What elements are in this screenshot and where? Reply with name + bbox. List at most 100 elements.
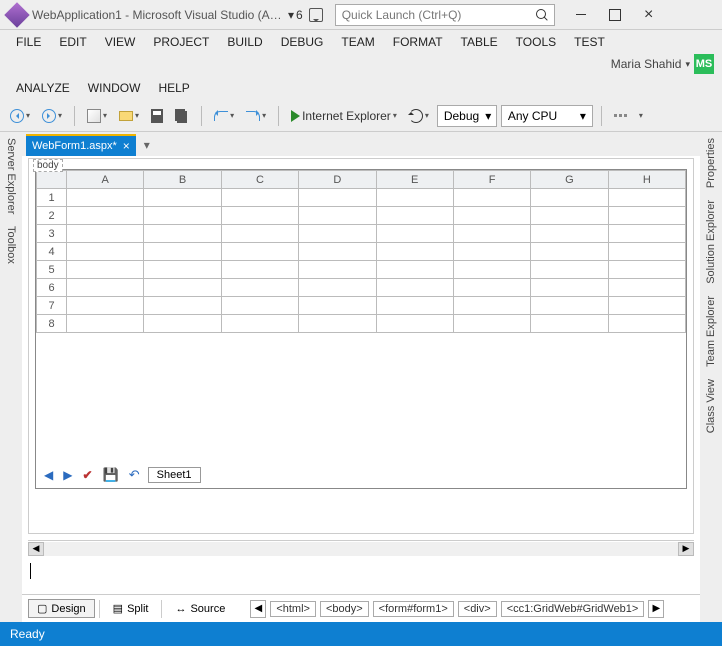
breadcrumb-item[interactable]: <cc1:GridWeb#GridWeb1>	[501, 601, 645, 617]
toolbar-extras-button[interactable]	[610, 112, 631, 119]
cell[interactable]	[67, 297, 144, 315]
menu-window[interactable]: WINDOW	[80, 78, 149, 98]
menu-team[interactable]: TEAM	[333, 32, 382, 52]
cell[interactable]	[531, 225, 608, 243]
cell[interactable]	[376, 297, 453, 315]
table-row[interactable]: 4	[37, 243, 686, 261]
menu-format[interactable]: FORMAT	[385, 32, 451, 52]
menu-project[interactable]: PROJECT	[145, 32, 217, 52]
cell[interactable]	[144, 207, 221, 225]
close-button[interactable]	[635, 4, 663, 26]
row-header[interactable]: 5	[37, 261, 67, 279]
cell[interactable]	[608, 189, 685, 207]
sheet-submit-button[interactable]: ✔	[80, 468, 94, 482]
table-row[interactable]: 3	[37, 225, 686, 243]
cell[interactable]	[221, 243, 298, 261]
cell[interactable]	[299, 243, 376, 261]
cell[interactable]	[221, 261, 298, 279]
col-header[interactable]: D	[299, 171, 376, 189]
properties-tab[interactable]: Properties	[703, 132, 719, 194]
cell[interactable]	[299, 207, 376, 225]
cell[interactable]	[608, 207, 685, 225]
menu-test[interactable]: TEST	[566, 32, 613, 52]
user-menu-caret-icon[interactable]	[685, 59, 690, 70]
grid-control[interactable]: A B C D E F G H 12345678 ◀	[35, 169, 687, 489]
cell[interactable]	[608, 225, 685, 243]
undo-button[interactable]	[210, 109, 238, 123]
solution-config-dropdown[interactable]: Debug	[437, 105, 497, 127]
cell[interactable]	[144, 225, 221, 243]
cell[interactable]	[299, 279, 376, 297]
breadcrumb-item[interactable]: <div>	[458, 601, 497, 617]
user-badge[interactable]: MS	[694, 54, 714, 74]
cell[interactable]	[531, 315, 608, 333]
cell[interactable]	[144, 243, 221, 261]
table-row[interactable]: 1	[37, 189, 686, 207]
cell[interactable]	[67, 207, 144, 225]
col-header[interactable]: G	[531, 171, 608, 189]
row-header[interactable]: 2	[37, 207, 67, 225]
cell[interactable]	[67, 261, 144, 279]
table-row[interactable]: 7	[37, 297, 686, 315]
cell[interactable]	[299, 225, 376, 243]
menu-debug[interactable]: DEBUG	[273, 32, 332, 52]
col-header[interactable]: E	[376, 171, 453, 189]
cell[interactable]	[376, 189, 453, 207]
cell[interactable]	[608, 261, 685, 279]
menu-view[interactable]: VIEW	[97, 32, 144, 52]
table-row[interactable]: 6	[37, 279, 686, 297]
corner-header[interactable]	[37, 171, 67, 189]
quick-launch-input[interactable]: Quick Launch (Ctrl+Q)	[335, 4, 555, 26]
cell[interactable]	[67, 225, 144, 243]
table-row[interactable]: 8	[37, 315, 686, 333]
cell[interactable]	[376, 279, 453, 297]
breadcrumb-item[interactable]: <form#form1>	[373, 601, 454, 617]
cell[interactable]	[144, 297, 221, 315]
cell[interactable]	[376, 243, 453, 261]
toolbox-tab[interactable]: Toolbox	[3, 220, 19, 270]
nav-forward-button[interactable]	[38, 107, 66, 125]
server-explorer-tab[interactable]: Server Explorer	[3, 132, 19, 220]
nav-back-button[interactable]	[6, 107, 34, 125]
document-tab[interactable]: WebForm1.aspx* ×	[26, 134, 136, 156]
row-header[interactable]: 1	[37, 189, 67, 207]
cell[interactable]	[531, 207, 608, 225]
sheet-prev-button[interactable]: ◀	[42, 468, 55, 482]
cell[interactable]	[67, 243, 144, 261]
scroll-left-button[interactable]: ◀	[28, 542, 44, 556]
menu-analyze[interactable]: ANALYZE	[8, 78, 78, 98]
col-header[interactable]: H	[608, 171, 685, 189]
source-view-button[interactable]: ↔Source	[166, 600, 234, 618]
close-tab-icon[interactable]: ×	[123, 139, 130, 153]
menu-help[interactable]: HELP	[150, 78, 197, 98]
team-explorer-tab[interactable]: Team Explorer	[703, 290, 719, 373]
cell[interactable]	[453, 279, 530, 297]
cell[interactable]	[67, 315, 144, 333]
cell[interactable]	[608, 315, 685, 333]
row-header[interactable]: 8	[37, 315, 67, 333]
cell[interactable]	[531, 261, 608, 279]
horizontal-scrollbar[interactable]: ◀ ▶	[28, 540, 694, 556]
menu-tools[interactable]: TOOLS	[508, 32, 564, 52]
sheet-undo-icon[interactable]: ↶	[127, 467, 142, 483]
cell[interactable]	[608, 243, 685, 261]
breadcrumb-right-button[interactable]: ▶	[648, 600, 664, 618]
cell[interactable]	[453, 315, 530, 333]
tab-dropdown-icon[interactable]: ▾	[140, 134, 154, 156]
cell[interactable]	[376, 315, 453, 333]
cell[interactable]	[144, 315, 221, 333]
cell[interactable]	[453, 297, 530, 315]
code-editor-area[interactable]	[28, 558, 694, 594]
col-header[interactable]: B	[144, 171, 221, 189]
browser-refresh-button[interactable]	[405, 107, 433, 125]
cell[interactable]	[221, 297, 298, 315]
row-header[interactable]: 3	[37, 225, 67, 243]
user-name[interactable]: Maria Shahid	[611, 57, 682, 71]
notifications-indicator[interactable]: ▾ 6	[288, 8, 303, 22]
cell[interactable]	[531, 243, 608, 261]
solution-explorer-tab[interactable]: Solution Explorer	[703, 194, 719, 290]
spreadsheet-table[interactable]: A B C D E F G H 12345678	[36, 170, 686, 333]
menu-table[interactable]: TABLE	[453, 32, 506, 52]
sheet-save-icon[interactable]: 💾	[101, 467, 121, 483]
cell[interactable]	[531, 279, 608, 297]
